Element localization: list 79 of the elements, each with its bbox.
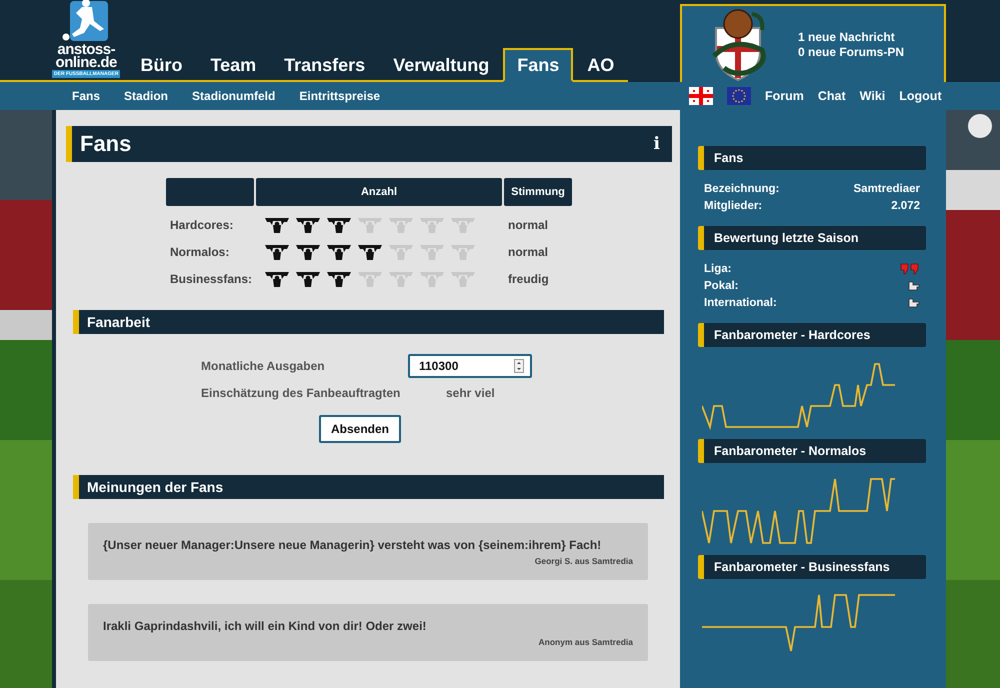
field-label: Einschätzung des Fanbeauftragten: [201, 386, 402, 400]
section-title: Bewertung letzte Saison: [714, 231, 858, 245]
top-link[interactable]: Chat: [818, 89, 846, 103]
fan-icon: [295, 270, 321, 288]
fan-icon: [295, 242, 321, 260]
fan-icon: [264, 242, 290, 260]
flag-icon[interactable]: [727, 87, 751, 105]
section-title: Fanarbeit: [87, 314, 150, 330]
rating-label: Pokal:: [704, 280, 739, 292]
logo-text: online.de: [56, 56, 117, 69]
fan-icon: [264, 270, 290, 288]
nav-tab[interactable]: Fans: [503, 48, 574, 82]
info-button[interactable]: i: [654, 134, 660, 154]
fan-icon: [357, 216, 383, 234]
nav-tab[interactable]: Team: [196, 48, 270, 82]
opinion-author: Anonym aus Samtredia: [538, 637, 633, 647]
subnav-link[interactable]: Eintrittspreise: [299, 89, 380, 103]
mood-value: normal: [507, 216, 550, 234]
fan-icon: [326, 216, 352, 234]
top-link[interactable]: Logout: [899, 89, 942, 103]
flag-icon[interactable]: [689, 87, 713, 105]
opinion-text: {Unser neuer Manager:Unsere neue Managerin} versteht was von {seinem:ihrem} Fach!: [103, 538, 602, 552]
info-value: Samtrediaer: [854, 182, 920, 194]
row-label: Hardcores:: [170, 216, 234, 234]
subnav-link[interactable]: Stadionumfeld: [192, 89, 276, 103]
thumb-sideways-icon: [908, 298, 920, 308]
mood-value: freudig: [507, 270, 550, 288]
fan-icon: [388, 242, 414, 260]
fan-icon: [450, 242, 476, 260]
section-title: Fans: [714, 151, 744, 165]
subnav-link[interactable]: Fans: [72, 89, 100, 103]
fan-icon: [450, 216, 476, 234]
mood-value: normal: [507, 244, 550, 260]
nav-tab[interactable]: Verwaltung: [379, 48, 504, 82]
thumbs-down-icon: [900, 262, 910, 274]
fan-icon: [388, 270, 414, 288]
subnav-link[interactable]: Stadion: [124, 89, 168, 103]
info-value: 2.072: [891, 200, 920, 212]
nav-tab[interactable]: Transfers: [270, 48, 380, 82]
fan-icon: [326, 270, 352, 288]
number-field[interactable]: 110300: [408, 354, 532, 378]
nav-tab[interactable]: AO: [573, 48, 628, 82]
opinion-author: Georgi S. aus Samtredia: [534, 556, 633, 566]
rating-label: International:: [704, 296, 777, 308]
fan-icon: [264, 216, 290, 234]
fan-icon: [357, 242, 383, 260]
section-title: Meinungen der Fans: [87, 479, 224, 495]
field-label: Monatliche Ausgaben: [201, 359, 326, 373]
fan-icon: [295, 216, 321, 234]
thumb-sideways-icon: [908, 280, 920, 290]
row-label: Normalos:: [170, 244, 230, 260]
info-label: Bezeichnung:: [704, 182, 780, 194]
notification-link[interactable]: 1 neue Nachricht: [798, 30, 904, 44]
submit-button[interactable]: Absenden: [318, 415, 401, 443]
logo-text: anstoss-: [57, 43, 116, 56]
field-value: sehr viel: [445, 386, 496, 400]
section-title: Fanbarometer - Businessfans: [714, 560, 890, 574]
fan-icon: [419, 270, 445, 288]
top-link[interactable]: Wiki: [860, 89, 886, 103]
info-label: Mitglieder:: [704, 200, 762, 212]
table-header: Anzahl: [256, 178, 502, 206]
rating-label: Liga:: [704, 262, 732, 274]
thumbs-down-icon: [910, 262, 920, 274]
fan-icon: [388, 216, 414, 234]
fan-icon: [326, 242, 352, 260]
top-link[interactable]: Forum: [765, 89, 804, 103]
table-header: Stimmung: [504, 178, 572, 206]
section-title: Fanbarometer - Hardcores: [714, 328, 870, 342]
page-title: Fans: [80, 131, 132, 157]
notification-link[interactable]: 0 neue Forums-PN: [798, 44, 904, 58]
nav-tab[interactable]: Büro: [126, 48, 196, 82]
fan-icon: [357, 270, 383, 288]
spinner-icon[interactable]: [514, 359, 524, 373]
row-label: Businessfans:: [170, 270, 254, 288]
fan-icon: [419, 242, 445, 260]
section-title: Fanbarometer - Normalos: [714, 444, 866, 458]
fan-icon: [450, 270, 476, 288]
opinion-text: Irakli Gaprindashvili, ich will ein Kind von dir! Oder zwei!: [103, 619, 428, 633]
fan-icon: [419, 216, 445, 234]
